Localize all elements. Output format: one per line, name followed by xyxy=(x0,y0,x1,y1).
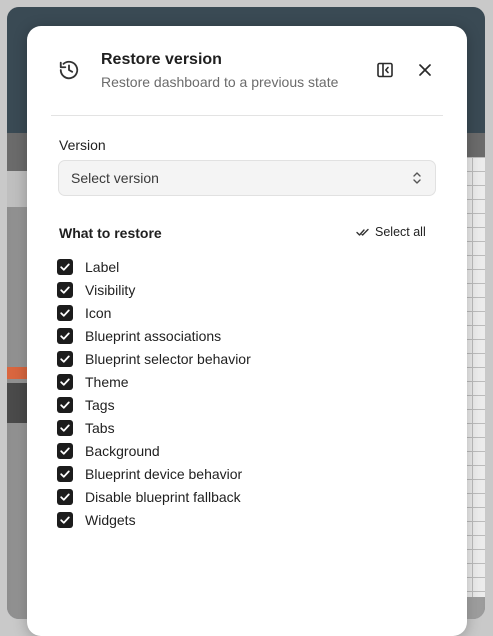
check-icon xyxy=(60,401,70,409)
version-select-placeholder: Select version xyxy=(71,170,159,186)
version-label: Version xyxy=(59,137,106,153)
restore-option-label: Label xyxy=(85,259,120,275)
restore-option-item[interactable]: Tags xyxy=(57,396,357,414)
restore-option-item[interactable]: Tabs xyxy=(57,419,357,437)
restore-option-label: Tabs xyxy=(85,420,115,436)
dialog-subtitle: Restore dashboard to a previous state xyxy=(101,74,339,90)
check-icon xyxy=(60,470,70,478)
check-icon xyxy=(60,309,70,317)
restore-version-dialog: Restore version Restore dashboard to a p… xyxy=(27,26,467,636)
check-icon xyxy=(60,447,70,455)
check-icon xyxy=(60,263,70,271)
version-select[interactable]: Select version xyxy=(58,160,436,196)
check-icon xyxy=(60,493,70,501)
checkbox-tabs[interactable] xyxy=(57,420,73,436)
checkbox-widgets[interactable] xyxy=(57,512,73,528)
checkbox-icon[interactable] xyxy=(57,305,73,321)
restore-option-item[interactable]: Disable blueprint fallback xyxy=(57,488,357,506)
restore-option-label: Icon xyxy=(85,305,112,321)
restore-option-label: Blueprint selector behavior xyxy=(85,351,251,367)
restore-option-label: Visibility xyxy=(85,282,136,298)
dialog-header: Restore version Restore dashboard to a p… xyxy=(27,26,467,116)
restore-option-item[interactable]: Widgets xyxy=(57,511,357,529)
close-icon[interactable] xyxy=(416,61,434,79)
restore-option-item[interactable]: Label xyxy=(57,258,357,276)
checkbox-disable-blueprint-fallback[interactable] xyxy=(57,489,73,505)
restore-option-label: Widgets xyxy=(85,512,136,528)
restore-option-item[interactable]: Blueprint device behavior xyxy=(57,465,357,483)
dialog-title: Restore version xyxy=(101,51,222,68)
background-dark-block xyxy=(7,383,29,423)
check-icon xyxy=(60,286,70,294)
restore-option-label: Blueprint associations xyxy=(85,328,222,344)
check-icon xyxy=(60,424,70,432)
restore-option-label: Blueprint device behavior xyxy=(85,466,243,482)
restore-option-item[interactable]: Visibility xyxy=(57,281,357,299)
restore-option-item[interactable]: Blueprint associations xyxy=(57,327,357,345)
check-icon xyxy=(60,516,70,524)
restore-option-item[interactable]: Icon xyxy=(57,304,357,322)
double-check-icon xyxy=(356,228,369,236)
checkbox-background[interactable] xyxy=(57,443,73,459)
panel-toggle-icon[interactable] xyxy=(375,60,395,80)
restore-option-item[interactable]: Theme xyxy=(57,373,357,391)
restore-option-label: Disable blueprint fallback xyxy=(85,489,241,505)
restore-option-label: Theme xyxy=(85,374,129,390)
check-icon xyxy=(60,378,70,386)
checkbox-blueprint-selector-behavior[interactable] xyxy=(57,351,73,367)
checkbox-tags[interactable] xyxy=(57,397,73,413)
checkbox-theme[interactable] xyxy=(57,374,73,390)
chevron-up-down-icon xyxy=(413,172,421,184)
checkbox-blueprint-device-behavior[interactable] xyxy=(57,466,73,482)
what-to-restore-label: What to restore xyxy=(59,225,162,241)
restore-option-label: Background xyxy=(85,443,160,459)
check-icon xyxy=(60,355,70,363)
restore-option-item[interactable]: Blueprint selector behavior xyxy=(57,350,357,368)
header-divider xyxy=(51,115,443,116)
checkbox-label[interactable] xyxy=(57,259,73,275)
restore-option-item[interactable]: Background xyxy=(57,442,357,460)
check-icon xyxy=(60,332,70,340)
restore-option-label: Tags xyxy=(85,397,115,413)
checkbox-visibility[interactable] xyxy=(57,282,73,298)
history-icon xyxy=(59,60,79,80)
checkbox-blueprint-associations[interactable] xyxy=(57,328,73,344)
select-all-label: Select all xyxy=(375,225,426,239)
